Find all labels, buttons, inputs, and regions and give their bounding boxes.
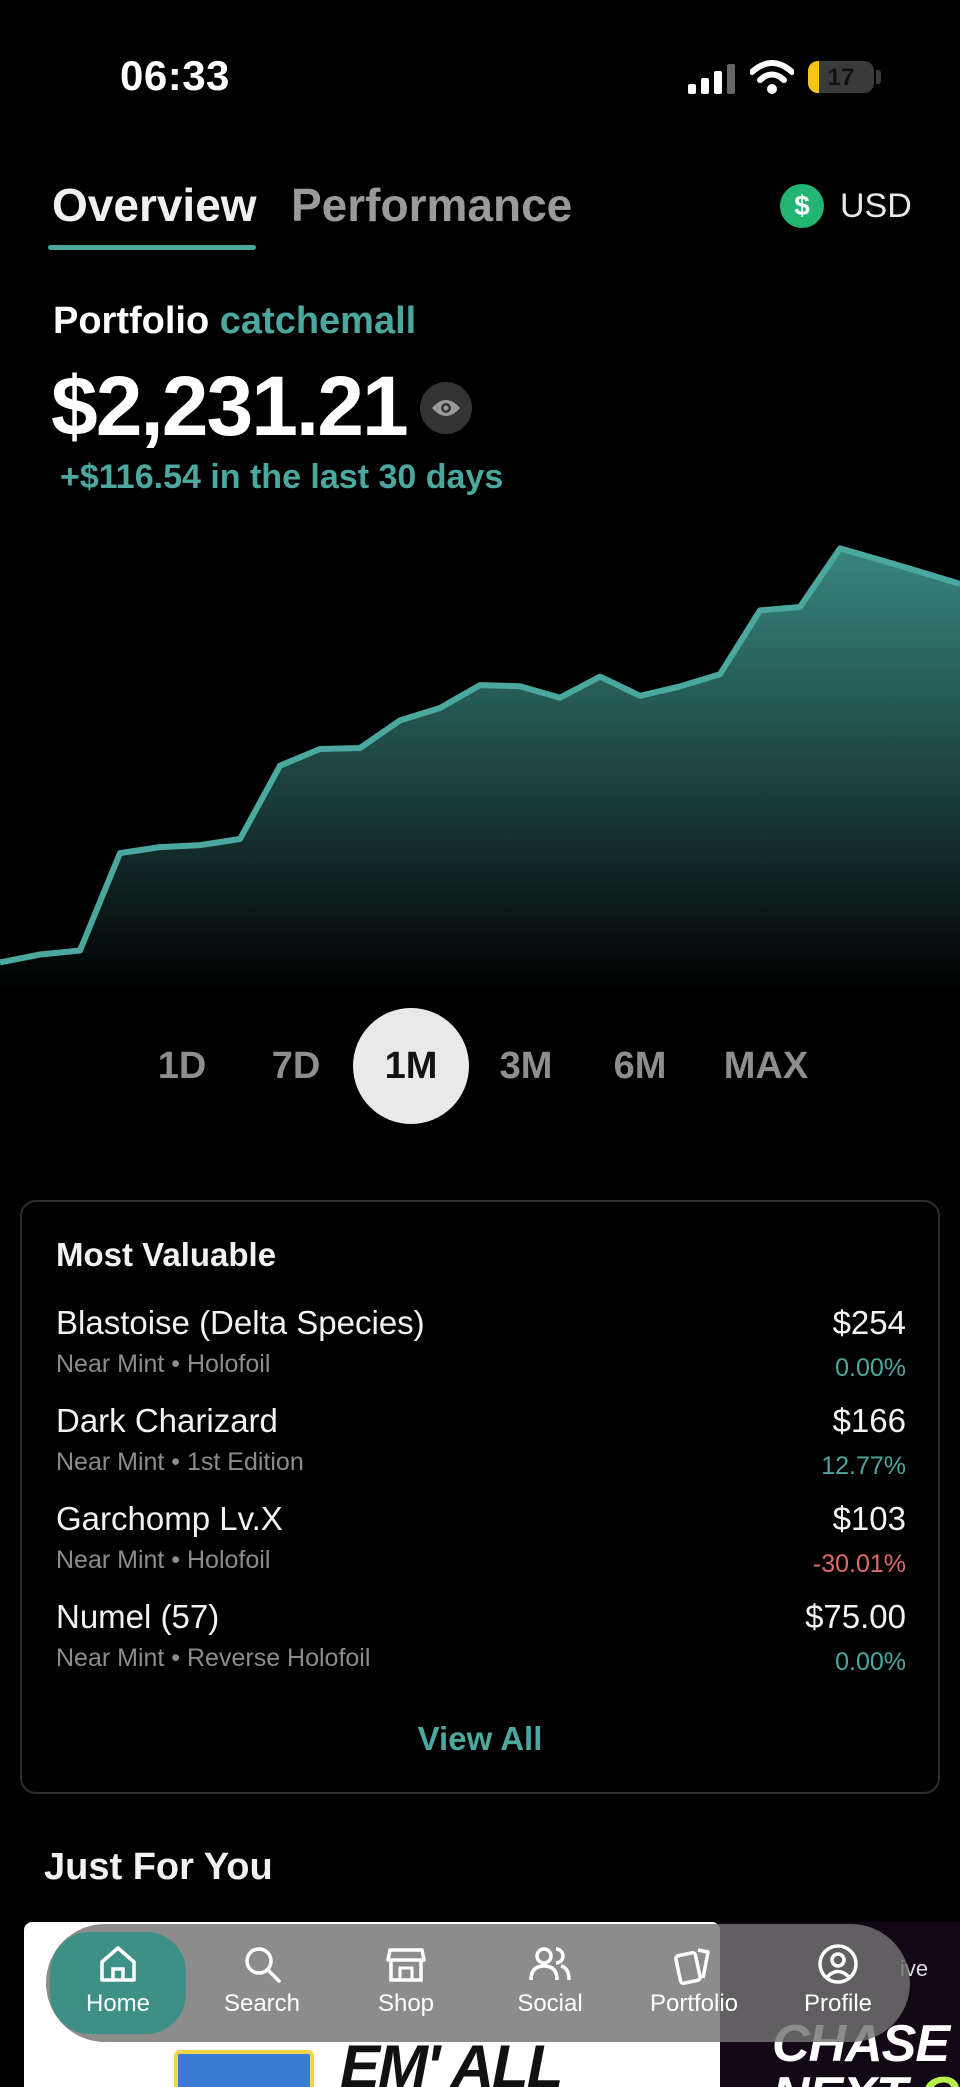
wifi-icon (750, 60, 794, 94)
profile-icon (818, 1944, 858, 1984)
nav-portfolio[interactable]: Portfolio (626, 1932, 762, 2034)
card-name: Dark Charizard (56, 1402, 278, 1439)
range-1m[interactable]: 1M (353, 1008, 469, 1124)
card-name: Numel (57) (56, 1598, 220, 1635)
nav-label: Profile (803, 1990, 873, 2017)
list-item[interactable]: Blastoise (Delta Species) Near Mint • Ho… (56, 1304, 906, 1394)
toggle-visibility-button[interactable] (420, 382, 472, 434)
bottom-nav: Home Search Shop Social Portfolio Profil… (46, 1924, 910, 2042)
home-icon (100, 1946, 136, 1982)
list-item[interactable]: Garchomp Lv.X Near Mint • Holofoil $103 … (56, 1500, 906, 1590)
portfolio-chart[interactable] (0, 520, 960, 990)
nav-label: Social (517, 1990, 583, 2017)
tab-overview[interactable]: Overview (52, 178, 257, 232)
card-condition: Near Mint • 1st Edition (56, 1448, 304, 1476)
card-change: 0.00% (835, 1354, 906, 1382)
card-name: Blastoise (Delta Species) (56, 1304, 425, 1341)
portfolio-change: +$116.54 in the last 30 days (60, 458, 504, 496)
card-price: $75.00 (805, 1598, 906, 1635)
card-condition: Near Mint • Reverse Holofoil (56, 1644, 371, 1672)
currency-label: USD (840, 186, 912, 225)
battery-level: 17 (827, 64, 855, 91)
nav-shop[interactable]: Shop (338, 1932, 474, 2034)
tab-active-indicator (48, 245, 256, 250)
card-condition: Near Mint • Holofoil (56, 1350, 271, 1378)
card-price: $254 (832, 1304, 906, 1341)
portfolio-icon (674, 1948, 710, 1985)
dollar-icon: $ (780, 184, 824, 228)
battery-icon: 17 (808, 61, 874, 93)
signal-icon (688, 64, 735, 94)
list-item[interactable]: Numel (57) Near Mint • Reverse Holofoil … (56, 1598, 906, 1688)
eye-icon (432, 400, 460, 416)
range-1d[interactable]: 1D (146, 1008, 218, 1124)
portfolio-name[interactable]: catchemall (220, 300, 416, 342)
status-time: 06:33 (120, 52, 230, 99)
tab-performance[interactable]: Performance (291, 178, 572, 232)
list-item[interactable]: Dark Charizard Near Mint • 1st Edition $… (56, 1402, 906, 1492)
card-name: Garchomp Lv.X (56, 1500, 283, 1537)
nav-search[interactable]: Search (194, 1932, 330, 2034)
nav-label: Portfolio (649, 1990, 739, 2017)
card-change: 12.77% (821, 1452, 906, 1480)
nav-home[interactable]: Home (50, 1932, 186, 2034)
battery-nub (876, 70, 881, 84)
most-valuable-title: Most Valuable (56, 1236, 277, 1273)
range-max[interactable]: MAX (716, 1008, 816, 1124)
portfolio-title: Portfolio catchemall (53, 300, 416, 343)
portfolio-label: Portfolio (53, 300, 210, 342)
portfolio-value: $2,231.21 (51, 359, 409, 453)
social-icon (529, 1947, 571, 1981)
range-7d[interactable]: 7D (260, 1008, 332, 1124)
card-condition: Near Mint • Holofoil (56, 1546, 271, 1574)
promo-headline-line2a: NEXT (772, 2067, 920, 2087)
nav-label: Search (223, 1990, 301, 2017)
nav-label: Home (85, 1990, 151, 2017)
most-valuable-card: Most Valuable Blastoise (Delta Species) … (20, 1200, 940, 1794)
promo-product-image (174, 2050, 314, 2087)
range-6m[interactable]: 6M (604, 1008, 676, 1124)
search-icon (245, 1947, 281, 1983)
card-change: -30.01% (812, 1550, 906, 1578)
promo-headline-line2b: GRAIL (920, 2067, 960, 2087)
chart-area (0, 548, 960, 990)
shop-icon (386, 1948, 426, 1982)
nav-label: Shop (377, 1990, 435, 2017)
view-all-link[interactable]: View All (22, 1720, 938, 1758)
nav-profile[interactable]: Profile (770, 1932, 906, 2034)
card-price: $103 (832, 1500, 906, 1537)
status-bar: 06:33 17 (0, 0, 960, 150)
currency-selector[interactable]: $ USD (780, 184, 912, 228)
range-selector: 1D 7D 1M 3M 6M MAX (0, 1008, 960, 1124)
card-price: $166 (832, 1402, 906, 1439)
range-3m[interactable]: 3M (490, 1008, 562, 1124)
just-for-you-title: Just For You (44, 1846, 273, 1888)
card-change: 0.00% (835, 1648, 906, 1676)
nav-social[interactable]: Social (482, 1932, 618, 2034)
